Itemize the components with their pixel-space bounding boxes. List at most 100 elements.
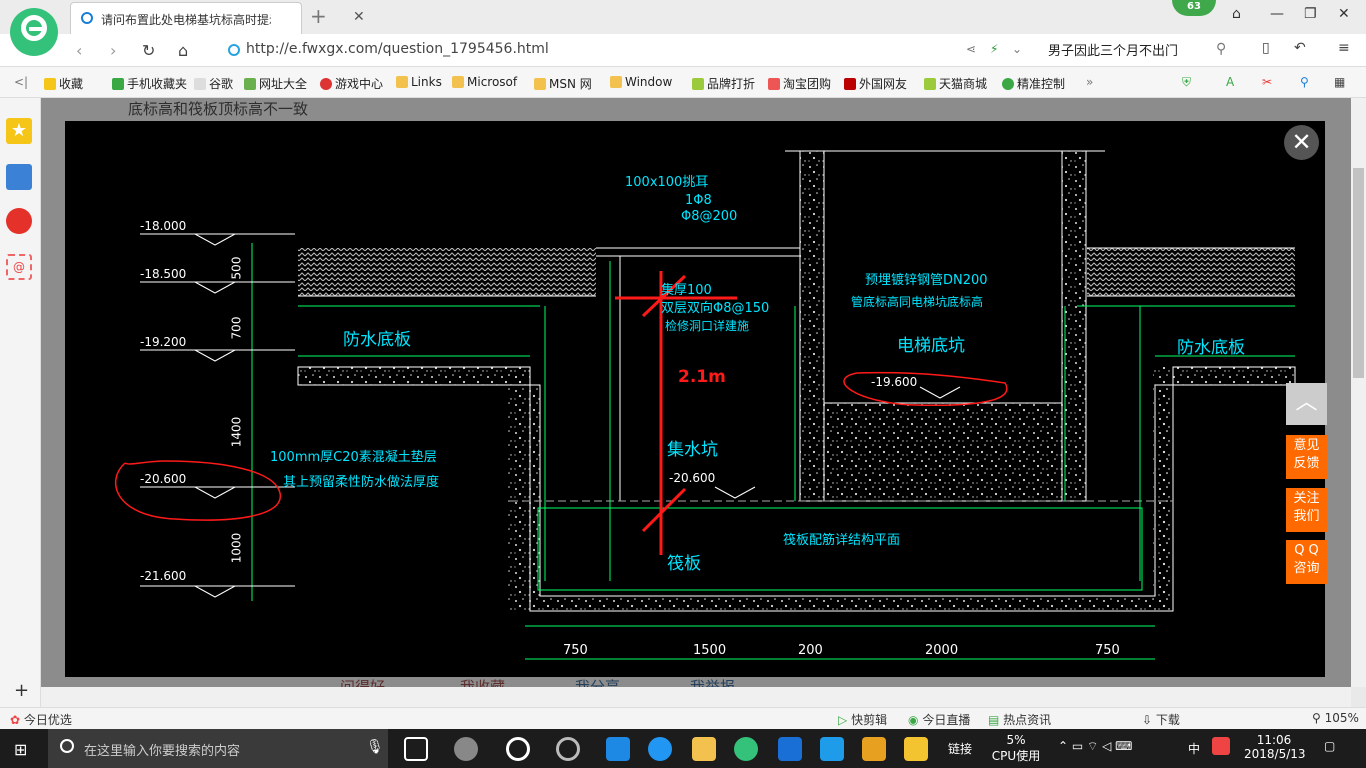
help-icon[interactable] bbox=[904, 737, 928, 761]
ime-indicator[interactable]: 中 bbox=[1188, 740, 1200, 757]
scissors-icon[interactable]: ✂ bbox=[1262, 75, 1272, 89]
refresh-icon[interactable]: ↻ bbox=[142, 41, 155, 60]
cad-text: 检修洞口详建施 bbox=[665, 319, 750, 333]
elev-label: -21.600 bbox=[140, 569, 187, 583]
minimize-button[interactable]: — bbox=[1270, 6, 1284, 22]
phone-icon[interactable]: ▯ bbox=[1262, 40, 1270, 56]
back-to-top-icon[interactable]: ︿ bbox=[1286, 383, 1327, 425]
bookmark-item[interactable]: 精准控制 bbox=[1002, 75, 1065, 92]
scroll-thumb[interactable] bbox=[1353, 168, 1364, 378]
tray-icons[interactable]: ⌃ ▭ ⌔ ◁ ⌨ bbox=[1058, 739, 1132, 754]
pinwheel-icon[interactable] bbox=[454, 737, 478, 761]
cad-text: -19.600 bbox=[871, 375, 918, 389]
home-icon[interactable]: ⌂ bbox=[178, 41, 188, 60]
dim-label: 1500 bbox=[693, 643, 727, 658]
search-input[interactable]: 男子因此三个月不出门 bbox=[1048, 40, 1178, 59]
tab-active[interactable]: 请问布置此处电梯基坑标高时提示 ✕ bbox=[70, 2, 365, 34]
red-annotation-label: 2.1m bbox=[678, 367, 726, 387]
forward-icon[interactable]: › bbox=[110, 41, 116, 60]
dim-label: 200 bbox=[798, 643, 823, 658]
cortana-icon bbox=[60, 739, 74, 753]
bookmark-item[interactable]: 游戏中心 bbox=[320, 75, 383, 92]
status-item[interactable]: ▤ 热点资讯 bbox=[988, 711, 1051, 728]
magnifier-icon[interactable]: ⚲ bbox=[1300, 75, 1309, 89]
chevron-down-icon[interactable]: ⌄ bbox=[1012, 42, 1022, 56]
site-security-icon[interactable] bbox=[228, 44, 240, 56]
news-icon[interactable] bbox=[6, 164, 32, 190]
dim-label: 1000 bbox=[229, 532, 244, 564]
bookmark-item[interactable]: 淘宝团购 bbox=[768, 75, 831, 92]
bookmark-item[interactable]: Microsof bbox=[452, 75, 517, 89]
status-item[interactable]: ⇩ 下载 bbox=[1142, 711, 1180, 728]
vertical-scrollbar[interactable] bbox=[1351, 98, 1366, 687]
bookmark-item[interactable]: MSN 网 bbox=[534, 75, 592, 92]
app-icon[interactable] bbox=[820, 737, 844, 761]
app-icon[interactable] bbox=[778, 737, 802, 761]
elev-label: -18.000 bbox=[140, 219, 187, 233]
status-today[interactable]: ✿ 今日优选 bbox=[10, 711, 72, 728]
cad-text: -20.600 bbox=[669, 471, 716, 485]
links-label[interactable]: 链接 bbox=[948, 740, 972, 757]
clock[interactable]: 11:06 2018/5/13 bbox=[1244, 733, 1306, 761]
shield-icon[interactable]: ⛨ bbox=[1182, 75, 1191, 90]
ie-icon[interactable] bbox=[648, 737, 672, 761]
microphone-icon[interactable]: 🎙 bbox=[366, 739, 384, 755]
new-tab-button[interactable]: + bbox=[310, 4, 327, 28]
weibo-icon[interactable] bbox=[6, 208, 32, 234]
taskbar-search[interactable]: 在这里输入你要搜索的内容 bbox=[48, 729, 388, 768]
bookmark-item[interactable]: 品牌打折 bbox=[692, 75, 755, 92]
grid-icon[interactable]: ▦ bbox=[1334, 75, 1345, 89]
edge-icon[interactable] bbox=[606, 737, 630, 761]
mail-icon[interactable]: @ bbox=[6, 254, 32, 280]
close-lightbox-button[interactable]: ✕ bbox=[1284, 125, 1319, 160]
back-icon[interactable]: ‹ bbox=[76, 41, 82, 60]
menu-icon[interactable]: ≡ bbox=[1338, 40, 1350, 56]
qq-consult-button[interactable]: Q Q 咨询 bbox=[1286, 540, 1327, 584]
flag-icon bbox=[844, 78, 856, 90]
notes-icon[interactable] bbox=[862, 737, 886, 761]
browser-e-icon[interactable] bbox=[506, 737, 530, 761]
add-icon[interactable]: + bbox=[14, 680, 29, 701]
bookmark-item[interactable]: Links bbox=[396, 75, 442, 89]
bookmark-item[interactable]: 外国网友 bbox=[844, 75, 907, 92]
translate-icon[interactable]: A bbox=[1226, 75, 1234, 89]
windows-start-icon[interactable]: ⊞ bbox=[14, 740, 27, 759]
maximize-button[interactable]: ❐ bbox=[1304, 6, 1317, 22]
status-item[interactable]: ▷ 快剪辑 bbox=[838, 711, 887, 728]
zoom-level[interactable]: ⚲ 105% bbox=[1312, 711, 1359, 725]
gift-icon: ✿ bbox=[10, 713, 21, 727]
notification-icon[interactable]: ▢ bbox=[1324, 739, 1335, 753]
follow-button[interactable]: 关注 我们 bbox=[1286, 488, 1327, 532]
360-browser-icon[interactable] bbox=[734, 737, 758, 761]
dim-label: 700 bbox=[229, 316, 244, 340]
star-icon bbox=[44, 78, 56, 90]
bookmark-item[interactable]: 手机收藏夹 bbox=[112, 75, 187, 92]
sidebar: ★ @ + bbox=[0, 98, 41, 708]
status-item[interactable]: ◉ 今日直播 bbox=[908, 711, 970, 728]
more-bookmarks-icon[interactable]: » bbox=[1086, 75, 1093, 89]
tab-close-icon[interactable]: ✕ bbox=[353, 9, 365, 25]
dim-label: 750 bbox=[1095, 643, 1120, 658]
swirl-icon[interactable] bbox=[556, 737, 580, 761]
shirt-icon[interactable]: ⌂ bbox=[1232, 6, 1241, 22]
browser-logo-icon[interactable] bbox=[10, 8, 58, 56]
bookmark-item[interactable]: 网址大全 bbox=[244, 75, 307, 92]
url-input[interactable]: http://e.fwxgx.com/question_1795456.html bbox=[246, 41, 549, 57]
feedback-button[interactable]: 意见 反馈 bbox=[1286, 435, 1327, 479]
undo-icon[interactable]: ↶ bbox=[1294, 40, 1306, 56]
task-view-icon[interactable] bbox=[404, 737, 428, 761]
favorites-star-icon[interactable]: ★ bbox=[6, 118, 32, 144]
close-window-button[interactable]: ✕ bbox=[1338, 6, 1350, 22]
share-icon[interactable]: ⋖ bbox=[966, 42, 976, 56]
file-explorer-icon[interactable] bbox=[692, 737, 716, 761]
bookmark-item[interactable]: 谷歌 bbox=[194, 75, 233, 92]
bookmark-item[interactable]: Window bbox=[610, 75, 672, 89]
sogou-icon[interactable] bbox=[1212, 737, 1230, 755]
bookmark-item[interactable]: 收藏 bbox=[44, 75, 83, 92]
search-icon[interactable]: ⚲ bbox=[1216, 41, 1226, 57]
flash-icon[interactable]: ⚡ bbox=[990, 42, 998, 56]
cpu-meter[interactable]: 5% CPU使用 bbox=[990, 733, 1042, 764]
horizontal-scrollbar[interactable] bbox=[41, 687, 1351, 707]
collapse-icon[interactable]: <| bbox=[14, 75, 28, 89]
bookmark-item[interactable]: 天猫商城 bbox=[924, 75, 987, 92]
